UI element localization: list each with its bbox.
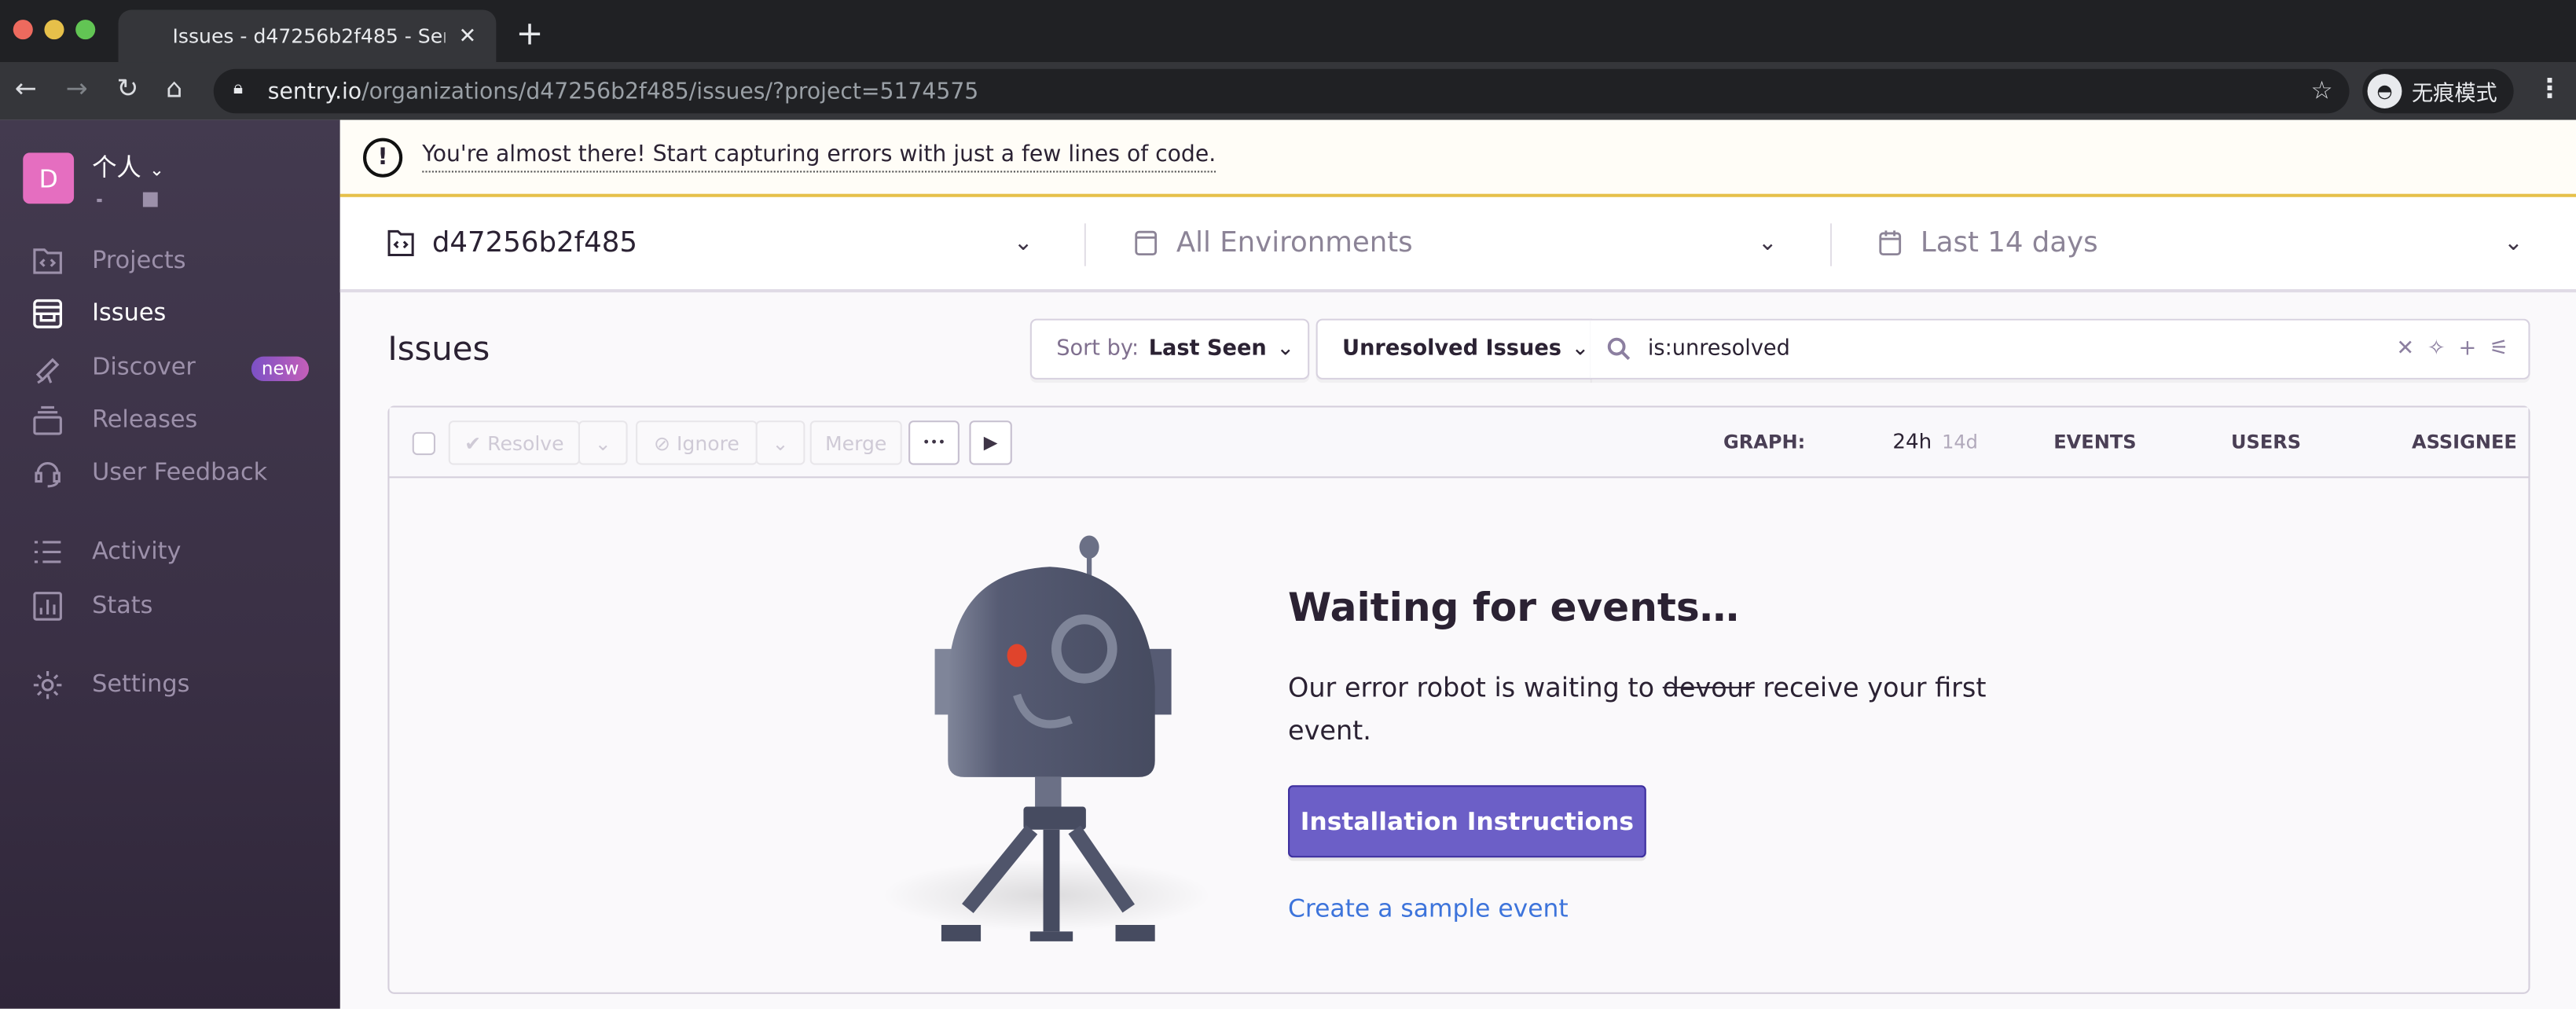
- minimize-window-button[interactable]: [44, 20, 64, 40]
- chevron-down-icon: ⌄: [772, 431, 789, 455]
- projects-icon: [33, 248, 62, 274]
- resolve-dropdown[interactable]: ⌄: [578, 420, 628, 465]
- settings-icon: [33, 671, 62, 699]
- date-range-selector[interactable]: Last 14 days ⌄: [1876, 197, 2533, 289]
- select-all-checkbox[interactable]: [412, 431, 436, 456]
- stats-icon: [33, 592, 62, 621]
- play-icon: ▶: [983, 431, 998, 454]
- star-icon[interactable]: ☆: [2311, 75, 2333, 105]
- sidebar-item-stats[interactable]: Stats: [0, 583, 340, 629]
- issues-panel: ✔ Resolve ⌄ ⊘ Ignore ⌄ Merge ••• ▶ GRAPH…: [387, 405, 2530, 994]
- resolve-button[interactable]: ✔ Resolve: [448, 420, 580, 465]
- project-selector[interactable]: d47256b2f485 ⌄: [386, 197, 1059, 289]
- sidebar-item-projects[interactable]: Projects: [0, 238, 340, 284]
- ignore-button[interactable]: ⊘ Ignore: [636, 420, 758, 465]
- pin-icon[interactable]: ✧: [2427, 337, 2446, 361]
- sidebar-item-activity[interactable]: Activity: [0, 529, 340, 575]
- divider: [1829, 223, 1833, 266]
- environment-selector[interactable]: All Environments ⌄: [1132, 197, 1805, 289]
- realtime-play-button[interactable]: ▶: [969, 420, 1012, 465]
- search-input[interactable]: is:unresolved ✕ ✧ + ⚟: [1590, 318, 2530, 380]
- issues-toolbar: ✔ Resolve ⌄ ⊘ Ignore ⌄ Merge ••• ▶ GRAPH…: [389, 407, 2529, 479]
- sidebar-item-user-feedback[interactable]: User Feedback: [0, 450, 340, 497]
- back-icon[interactable]: ←: [15, 72, 37, 104]
- sort-dropdown[interactable]: Sort by: Last Seen ⌄: [1029, 318, 1310, 380]
- incognito-icon: ◓: [2367, 74, 2402, 108]
- chevron-down-icon: ⌄: [1276, 336, 1295, 361]
- browser-tab[interactable]: Issues - d47256b2f485 - Sentry ✕: [118, 9, 497, 63]
- users-column-header: USERS: [2231, 430, 2302, 454]
- installation-instructions-button[interactable]: Installation Instructions: [1288, 785, 1646, 858]
- waiting-robot-illustration: [882, 535, 1211, 941]
- filter-settings-icon[interactable]: ⚟: [2490, 337, 2508, 361]
- empty-state-text: Our error robot is waiting to devour rec…: [1288, 672, 1987, 747]
- lock-icon: 🔒︎: [233, 77, 244, 99]
- chevron-down-icon: ⌄: [1571, 336, 1590, 361]
- issues-icon: [33, 299, 63, 328]
- check-icon: ✔: [464, 431, 482, 455]
- sidebar-item-issues[interactable]: Issues: [0, 291, 340, 337]
- releases-icon: [33, 405, 62, 435]
- page-title: Issues: [387, 328, 490, 369]
- more-actions-button[interactable]: •••: [908, 420, 960, 465]
- events-column-header: EVENTS: [2053, 430, 2137, 454]
- divider: [1084, 223, 1086, 266]
- new-badge: new: [251, 355, 310, 380]
- merge-button[interactable]: Merge: [809, 420, 902, 465]
- incognito-button[interactable]: ◓ 无痕模式: [2362, 68, 2514, 114]
- org-switcher[interactable]: 个人 ⌄: [92, 149, 164, 184]
- activity-icon: [34, 541, 61, 563]
- assignee-column-header: ASSIGNEE: [2412, 430, 2517, 454]
- menu-icon[interactable]: ⋮: [2537, 72, 2563, 104]
- forward-icon[interactable]: →: [66, 72, 88, 104]
- sidebar-item-releases[interactable]: Releases: [0, 398, 340, 444]
- saved-search-dropdown[interactable]: Unresolved Issues ⌄: [1316, 318, 1592, 380]
- browser-tab-bar: Issues - d47256b2f485 - Sentry ✕ +: [0, 0, 2576, 63]
- calendar-icon: [1879, 230, 1902, 256]
- chevron-down-icon: ⌄: [594, 431, 611, 455]
- discover-icon: [35, 358, 60, 384]
- chevron-down-icon: ⌄: [1757, 229, 1778, 257]
- close-window-button[interactable]: [13, 20, 33, 40]
- org-avatar[interactable]: D: [23, 152, 75, 204]
- graph-label: GRAPH:: [1723, 430, 1806, 454]
- graph-24h-toggle[interactable]: 24h: [1892, 429, 1932, 453]
- empty-state-title: Waiting for events…: [1288, 585, 1739, 631]
- sidebar: D 个人 ⌄ Projects Issues Discover new Rele…: [0, 119, 340, 1009]
- chevron-down-icon: ⌄: [2504, 229, 2523, 257]
- search-icon: [1607, 337, 1631, 361]
- environment-icon: [1135, 230, 1158, 256]
- feedback-icon: [35, 461, 61, 488]
- home-icon[interactable]: ⌂: [166, 72, 182, 104]
- banner-link[interactable]: You're almost there! Start capturing err…: [422, 141, 1216, 173]
- org-subtitle: [94, 192, 160, 209]
- graph-14d-toggle[interactable]: 14d: [1942, 431, 1978, 453]
- global-selection-header: d47256b2f485 ⌄ All Environments ⌄ Last 1…: [339, 196, 2576, 293]
- create-sample-event-link[interactable]: Create a sample event: [1288, 893, 1569, 923]
- reload-icon[interactable]: ↻: [116, 72, 138, 104]
- alert-icon: !: [363, 137, 403, 177]
- sidebar-item-settings[interactable]: Settings: [0, 662, 340, 709]
- close-tab-icon[interactable]: ✕: [458, 24, 476, 48]
- maximize-window-button[interactable]: [75, 20, 96, 40]
- add-icon[interactable]: +: [2458, 337, 2476, 361]
- clear-search-icon[interactable]: ✕: [2396, 337, 2414, 361]
- ignore-dropdown[interactable]: ⌄: [755, 420, 805, 465]
- project-icon: [387, 229, 414, 256]
- new-tab-icon[interactable]: +: [516, 13, 543, 53]
- url-bar[interactable]: 🔒︎ sentry.io/organizations/d47256b2f485/…: [213, 68, 2350, 114]
- onboarding-banner: ! You're almost there! Start capturing e…: [339, 119, 2576, 197]
- chevron-down-icon: ⌄: [1013, 229, 1033, 257]
- sidebar-item-discover[interactable]: Discover new: [0, 345, 340, 391]
- ignore-icon: ⊘: [653, 431, 671, 455]
- chevron-down-icon: ⌄: [149, 159, 165, 181]
